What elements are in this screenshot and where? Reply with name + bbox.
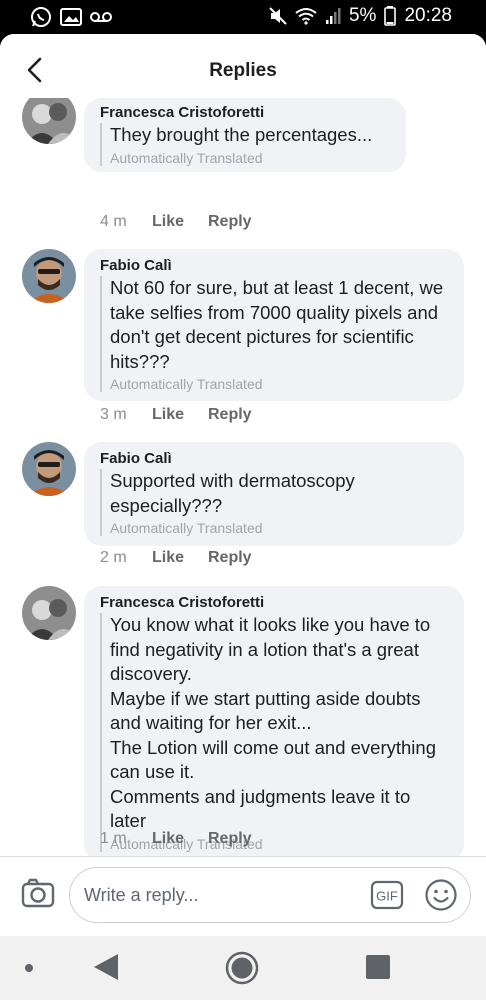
page-title: Replies	[209, 60, 277, 81]
comment-body: You know what it looks like you have to …	[100, 613, 448, 852]
like-button[interactable]: Like	[152, 406, 208, 424]
whatsapp-icon	[31, 7, 51, 27]
comment-author[interactable]: Francesca Cristoforetti	[100, 104, 390, 121]
comment-actions: 4 m Like Reply	[100, 213, 252, 231]
comment-bubble[interactable]: Fabio Calì Not 60 for sure, but at least…	[84, 249, 464, 401]
comment-body: They brought the percentages... Automati…	[100, 123, 390, 166]
replies-screen: Replies Francesca Cristoforetti They bro…	[0, 34, 486, 936]
clock: 20:28	[404, 5, 452, 26]
comment-bubble[interactable]: Francesca Cristoforetti They brought the…	[84, 98, 406, 172]
emoji-icon	[425, 879, 457, 911]
comment-author[interactable]: Francesca Cristoforetti	[100, 594, 448, 611]
comment-bubble[interactable]: Fabio Calì Supported with dermatoscopy e…	[84, 442, 464, 546]
avatar[interactable]	[22, 442, 76, 496]
comment-body: Not 60 for sure, but at least 1 decent, …	[100, 276, 448, 392]
comment-actions: 3 m Like Reply	[100, 406, 252, 424]
like-button[interactable]: Like	[152, 549, 208, 567]
wifi-icon	[295, 8, 317, 25]
gallery-icon	[60, 8, 82, 26]
battery-icon	[384, 6, 397, 26]
translation-note: Automatically Translated	[110, 520, 263, 536]
comment-text: Supported with dermatoscopy especially??…	[110, 470, 355, 516]
comment-author[interactable]: Fabio Calì	[100, 450, 448, 467]
mute-icon	[269, 7, 287, 25]
comment-text: Not 60 for sure, but at least 1 decent, …	[110, 277, 444, 372]
gif-button[interactable]: GIF	[370, 880, 404, 910]
camera-icon	[21, 878, 55, 908]
comment-bubble[interactable]: Francesca Cristoforetti You know what it…	[84, 586, 464, 858]
reply-button[interactable]: Reply	[208, 406, 252, 424]
like-button[interactable]: Like	[152, 213, 208, 231]
reply-composer: GIF	[0, 856, 486, 936]
battery-percent: 5%	[348, 5, 377, 26]
comment-text: They brought the percentages...	[110, 124, 373, 145]
emoji-button[interactable]	[424, 878, 458, 912]
translation-note: Automatically Translated	[110, 376, 263, 392]
comment-time: 3 m	[100, 406, 127, 423]
avatar[interactable]	[22, 249, 76, 303]
comment-time: 2 m	[100, 549, 127, 566]
comment-actions: 1 m Like Reply	[100, 830, 252, 848]
signal-icon	[325, 8, 341, 24]
comment-author[interactable]: Fabio Calì	[100, 257, 448, 274]
voicemail-icon	[90, 12, 112, 22]
comment-text: You know what it looks like you have to …	[110, 614, 436, 831]
status-bar: 5% 20:28	[0, 0, 486, 34]
comment-list[interactable]: Francesca Cristoforetti They brought the…	[0, 98, 486, 858]
gif-label: GIF	[376, 889, 398, 904]
like-button[interactable]: Like	[152, 830, 208, 848]
reply-input[interactable]	[84, 868, 364, 922]
reply-button[interactable]: Reply	[208, 213, 252, 231]
comment-body: Supported with dermatoscopy especially??…	[100, 469, 448, 536]
avatar[interactable]	[22, 98, 76, 144]
status-indicators: 5% 20:28	[269, 5, 452, 27]
gif-icon: GIF	[370, 880, 404, 910]
comment-time: 4 m	[100, 213, 127, 230]
reply-button[interactable]: Reply	[208, 830, 252, 848]
system-nav-bar	[0, 936, 486, 1000]
avatar[interactable]	[22, 586, 76, 640]
reply-button[interactable]: Reply	[208, 549, 252, 567]
square-recent-icon[interactable]	[366, 955, 390, 979]
comment-actions: 2 m Like Reply	[100, 549, 252, 567]
reply-input-box[interactable]: GIF	[69, 867, 471, 923]
circle-home-icon[interactable]	[224, 950, 260, 986]
header: Replies	[0, 34, 486, 104]
translation-note: Automatically Translated	[110, 149, 263, 166]
camera-button[interactable]	[20, 875, 56, 911]
nav-dot-indicator	[25, 964, 33, 972]
comment-time: 1 m	[100, 830, 127, 847]
status-notifications	[30, 6, 112, 28]
triangle-back-icon[interactable]	[92, 952, 120, 982]
